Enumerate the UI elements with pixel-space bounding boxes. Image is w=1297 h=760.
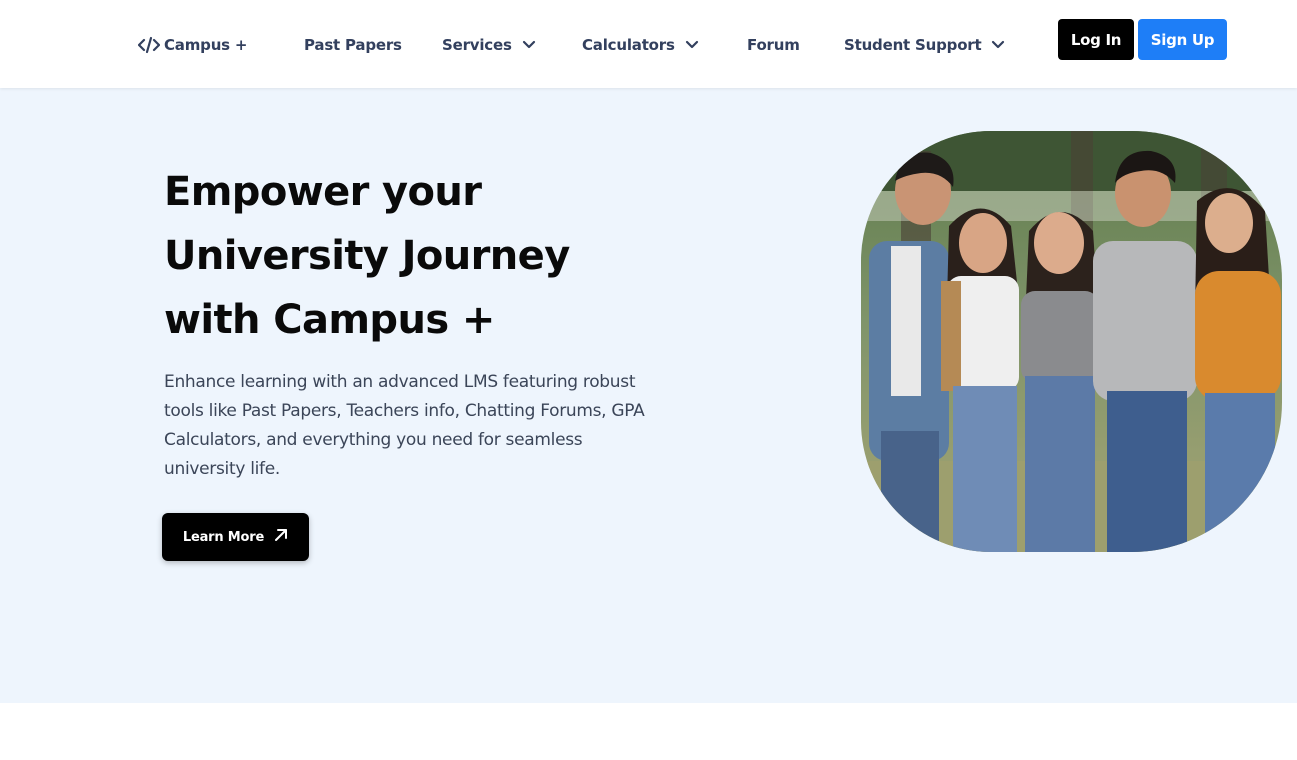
chevron-down-icon (522, 40, 536, 50)
hero-title: Empower your University Journey with Cam… (164, 160, 644, 352)
nav-label-forum: Forum (747, 36, 800, 54)
nav-label-calculators: Calculators (582, 36, 675, 54)
nav-label-services: Services (442, 36, 512, 54)
chevron-down-icon (991, 40, 1005, 50)
login-button[interactable]: Log In (1058, 19, 1134, 60)
learn-more-label: Learn More (182, 529, 265, 545)
hero-description: Enhance learning with an advanced LMS fe… (164, 372, 645, 479)
nav-forum[interactable]: Forum (747, 34, 800, 56)
campus-plus-logo[interactable]: Campus + (138, 34, 247, 56)
hero-title-line: Empower your (164, 169, 482, 215)
hero-students-image (861, 131, 1282, 552)
chevron-down-icon (685, 40, 699, 50)
hero-title-line: University Journey (164, 233, 570, 279)
top-navbar: Campus + Past Papers Services Calculator… (0, 0, 1297, 88)
logo-text: Campus + (164, 36, 248, 54)
nav-services-dropdown[interactable]: Services (442, 34, 536, 56)
nav-student-support-dropdown[interactable]: Student Support (844, 34, 1005, 56)
nav-label-student-support: Student Support (844, 36, 982, 54)
nav-label-past-papers: Past Papers (304, 36, 402, 54)
hero-title-line: with Campus + (164, 297, 495, 343)
nav-past-papers[interactable]: Past Papers (304, 34, 402, 56)
arrow-up-right-icon (274, 528, 288, 546)
nav-calculators-dropdown[interactable]: Calculators (582, 34, 699, 56)
learn-more-button[interactable]: Learn More (162, 513, 309, 561)
code-brackets-icon (138, 36, 160, 54)
signup-button[interactable]: Sign Up (1138, 19, 1227, 60)
next-section (0, 703, 1297, 760)
